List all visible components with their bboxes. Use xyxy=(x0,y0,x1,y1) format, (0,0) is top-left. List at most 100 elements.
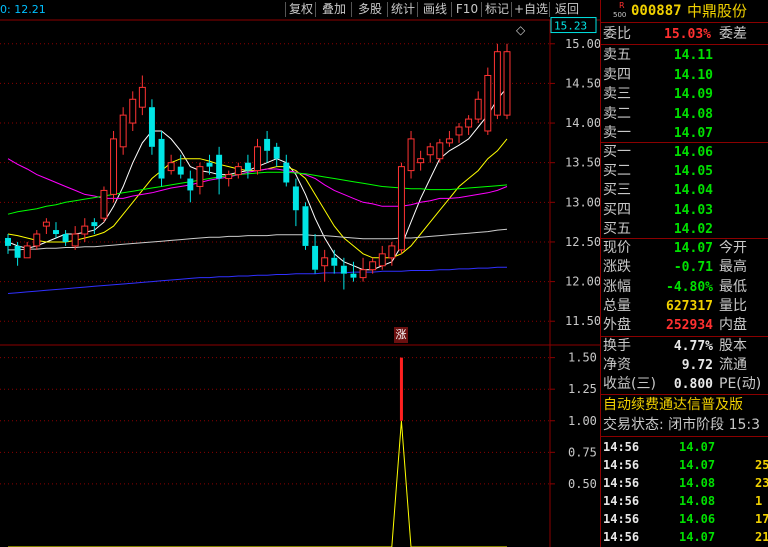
candle[interactable] xyxy=(53,222,59,238)
bid-row[interactable]: 买二 14.05 xyxy=(601,162,768,181)
candle[interactable] xyxy=(119,107,127,155)
bid-price: 14.05 xyxy=(673,164,713,180)
candle[interactable] xyxy=(378,245,386,270)
candle[interactable] xyxy=(216,146,223,195)
kline-chart[interactable]: 15.00 14.50 14.00 13.50 13.00 12.50 12.00 11.50… xyxy=(0,0,600,547)
candle-body xyxy=(417,158,425,164)
ask-row[interactable]: 卖二 14.08 xyxy=(601,105,768,124)
candle[interactable] xyxy=(158,130,165,187)
candle[interactable] xyxy=(273,142,280,167)
candle[interactable] xyxy=(283,154,290,187)
candle[interactable] xyxy=(62,230,69,246)
candle[interactable] xyxy=(71,226,79,250)
quote-label-right: 最低 xyxy=(719,278,747,295)
bid-row[interactable]: 买一 14.06 xyxy=(601,143,768,162)
weicha-label: 委差 xyxy=(719,26,747,42)
tick-row[interactable]: 14:56 14.07 25 xyxy=(601,456,768,474)
candle-body xyxy=(445,138,453,144)
fundamental-label: 换手 xyxy=(603,338,631,354)
toolbar-button-8[interactable]: 返回 xyxy=(550,0,584,19)
tick-time: 14:56 xyxy=(603,476,640,490)
weibi-value: 15.03% xyxy=(664,27,711,42)
toolbar-button-4[interactable]: 画线 xyxy=(418,0,452,19)
candle[interactable] xyxy=(484,67,492,135)
candle[interactable] xyxy=(244,154,251,179)
bid-row[interactable]: 买四 14.03 xyxy=(601,201,768,220)
candle[interactable] xyxy=(148,99,155,155)
candle[interactable] xyxy=(321,249,329,282)
candle[interactable] xyxy=(445,130,453,147)
toolbar-button-7[interactable]: +自选 xyxy=(512,0,550,19)
bid-row[interactable]: 买五 14.02 xyxy=(601,220,768,239)
diamond-icon[interactable]: ◇ xyxy=(516,23,525,37)
candle-body xyxy=(206,162,213,167)
candle[interactable] xyxy=(129,91,137,131)
candle[interactable] xyxy=(455,123,463,143)
tick-row[interactable]: 14:56 14.08 23 xyxy=(601,474,768,492)
candle[interactable] xyxy=(359,257,367,282)
indicator-y-tick-label: 0.75 xyxy=(568,445,597,459)
tick-time: 14:56 xyxy=(603,458,640,472)
candle[interactable] xyxy=(493,43,501,120)
candle[interactable] xyxy=(187,170,194,203)
candle[interactable] xyxy=(292,178,299,227)
candle[interactable] xyxy=(503,43,511,120)
kline-chart-area[interactable]: 15.00 14.50 14.00 13.50 13.00 12.50 12.00 11.50… xyxy=(0,0,600,547)
candle[interactable] xyxy=(397,162,405,254)
candle[interactable] xyxy=(225,170,233,187)
bid-row[interactable]: 买三 14.04 xyxy=(601,181,768,200)
candle[interactable] xyxy=(436,138,444,163)
candle[interactable] xyxy=(264,130,271,163)
candle[interactable] xyxy=(100,186,108,223)
quote-row: 涨幅 -4.80% 最低 xyxy=(601,278,768,297)
candle[interactable] xyxy=(91,218,98,235)
toolbar-separator xyxy=(315,2,316,17)
candle[interactable] xyxy=(474,91,482,124)
ask-row[interactable]: 卖三 14.09 xyxy=(601,85,768,104)
candle[interactable] xyxy=(331,249,338,274)
candle[interactable] xyxy=(5,234,11,254)
toolbar-button-0[interactable]: 复权 xyxy=(286,0,316,19)
candle-body xyxy=(196,166,204,187)
promo-text[interactable]: 自动续费通达信普及版 xyxy=(603,396,743,415)
candle[interactable] xyxy=(23,241,31,259)
y-tick-label: 14.00 xyxy=(565,116,600,130)
tick-row[interactable]: 14:56 14.07 21 xyxy=(601,528,768,546)
toolbar-separator xyxy=(481,2,482,17)
candle[interactable] xyxy=(138,75,146,116)
candle-body xyxy=(407,138,415,172)
ask-row[interactable]: 卖五 14.11 xyxy=(601,46,768,65)
toolbar-button-6[interactable]: 标记 xyxy=(482,0,512,19)
fundamental-label-right: PE(动) xyxy=(719,376,762,392)
candle[interactable] xyxy=(254,138,261,175)
candle[interactable] xyxy=(196,162,204,195)
candle[interactable] xyxy=(110,130,118,203)
tick-row[interactable]: 14:56 14.08 1 xyxy=(601,492,768,510)
fundamental-row: 收益(三) 0.800 PE(动) xyxy=(601,375,768,394)
candle[interactable] xyxy=(407,130,415,179)
tick-price: 14.06 xyxy=(679,512,716,526)
ask-row[interactable]: 卖四 14.10 xyxy=(601,66,768,85)
candle[interactable] xyxy=(42,218,50,235)
tick-row[interactable]: 14:56 14.07 xyxy=(601,438,768,456)
candle[interactable] xyxy=(312,234,319,274)
candle-body xyxy=(62,234,69,242)
tick-row[interactable]: 14:56 14.06 17 xyxy=(601,510,768,528)
candle[interactable] xyxy=(465,115,473,135)
quote-label-right: 今开 xyxy=(719,240,747,256)
toolbar-button-2[interactable]: 多股 xyxy=(352,0,388,19)
candle[interactable] xyxy=(234,162,242,179)
ask-row[interactable]: 卖一 14.07 xyxy=(601,124,768,143)
candle[interactable] xyxy=(302,202,309,250)
candle[interactable] xyxy=(369,257,377,274)
toolbar-button-1[interactable]: 叠加 xyxy=(316,0,352,19)
promo-row[interactable]: 自动续费通达信普及版 xyxy=(601,396,768,415)
toolbar-button-3[interactable]: 统计 xyxy=(388,0,418,19)
candle[interactable] xyxy=(417,150,425,171)
toolbar-button-5[interactable]: F10 xyxy=(452,0,482,19)
fundamental-row: 净资 9.72 流通 xyxy=(601,356,768,375)
candle[interactable] xyxy=(426,142,434,163)
ohlc-readout: 0: 12.21 xyxy=(0,3,46,16)
candle[interactable] xyxy=(167,154,175,175)
indicator-y-tick-label: 0.50 xyxy=(568,477,597,491)
